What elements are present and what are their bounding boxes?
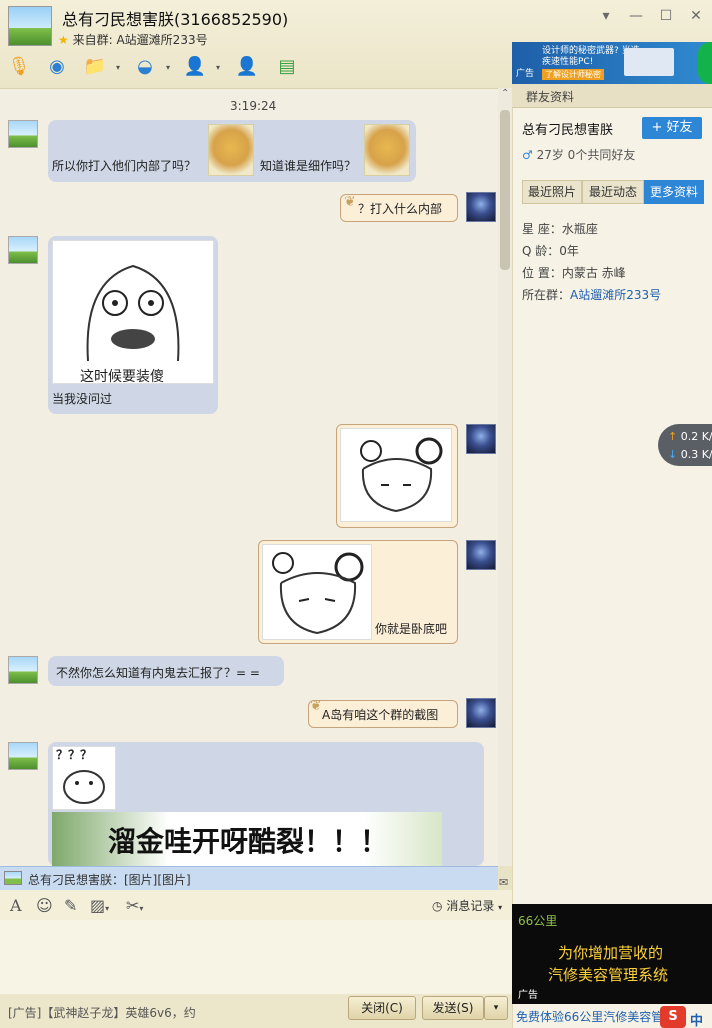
meme-image[interactable]: [262, 544, 372, 640]
message-text: ？打入什么内部: [358, 202, 443, 216]
clock-icon: ◷: [432, 899, 443, 913]
message-history-button[interactable]: ◷ 消息记录 ▾: [432, 897, 502, 914]
profile-name: 总有刁民想害朕: [522, 123, 614, 138]
star-icon: ★: [58, 33, 69, 47]
ad-side-tab[interactable]: [698, 42, 712, 84]
notice-text: 总有刁民想害朕：[图片][图片]: [28, 873, 191, 887]
message-text: 不然你怎么知道有内鬼去汇报了？= =: [56, 666, 260, 680]
image-icon[interactable]: ▨▾: [90, 896, 109, 915]
info-group: 所在群：A站遛滩所233号: [522, 288, 662, 302]
block-user-icon[interactable]: 👤 ▾: [180, 54, 220, 80]
contact-avatar[interactable]: [8, 6, 52, 46]
meme-banner-text: 溜金哇开呀酷裂！！！: [108, 825, 389, 858]
ime-icon[interactable]: S: [660, 1006, 686, 1028]
info-qage: Q 龄：0年: [522, 244, 579, 258]
screenshot-icon[interactable]: ✂▾: [126, 896, 143, 915]
doge-sticker[interactable]: [364, 124, 410, 176]
minimize-button[interactable]: —: [626, 6, 646, 26]
message-timestamp: 3:19:24: [230, 99, 277, 113]
gender-icon: ♂: [522, 148, 533, 162]
download-icon: ↓: [668, 448, 678, 461]
meme-image[interactable]: [340, 428, 452, 522]
window-title: 总有刁民想害朕(3166852590): [62, 10, 289, 29]
profile-mutual: ♂ 27岁 0个共同好友: [522, 148, 636, 162]
new-chat-icon[interactable]: ▤: [272, 54, 302, 80]
scroll-decor-icon: ❦: [344, 194, 356, 210]
new-message-notice[interactable]: 总有刁民想害朕：[图片][图片]: [0, 866, 498, 890]
message-text: 所以你打入他们内部了吗？: [52, 159, 197, 173]
sender-avatar[interactable]: [8, 236, 38, 264]
ad-label: 广告: [518, 990, 538, 1001]
chat-scroll-thumb[interactable]: [500, 110, 510, 270]
tab-more-info[interactable]: 更多资料: [644, 180, 704, 204]
ad-top-sub: 了解设计师秘密: [542, 69, 604, 80]
meme-caption: 这时候要装傻: [80, 369, 164, 385]
mail-icon[interactable]: ✉: [499, 876, 508, 889]
ad-line1: 为你增加营收的: [558, 944, 664, 962]
send-file-icon[interactable]: 📁 ▾: [80, 54, 120, 80]
notice-avatar: [4, 871, 22, 885]
self-avatar[interactable]: [466, 424, 496, 454]
info-location: 位 置：内蒙古 赤峰: [522, 266, 626, 280]
tab-recent-activity[interactable]: 最近动态: [582, 180, 644, 204]
tab-recent-photos[interactable]: 最近照片: [522, 180, 582, 204]
ad-line2: 汽修美容管理系统: [548, 966, 669, 984]
self-avatar[interactable]: [466, 540, 496, 570]
self-avatar[interactable]: [466, 698, 496, 728]
ad-text-link[interactable]: [广告]【武神赵子龙】英雄6v6，约: [8, 1004, 196, 1021]
ad-link[interactable]: 免费体验66公里汽修美容管: [516, 1008, 663, 1025]
edit-icon[interactable]: ✎: [64, 896, 77, 915]
font-icon[interactable]: A: [10, 896, 22, 915]
sender-avatar[interactable]: [8, 742, 38, 770]
origin-group-link[interactable]: A站遛滩所233号: [116, 33, 207, 47]
group-link[interactable]: A站遛滩所233号: [570, 288, 661, 302]
member-info-tab[interactable]: 群友资料: [512, 84, 712, 108]
origin-label: 来自群:: [72, 33, 113, 47]
self-avatar[interactable]: [466, 192, 496, 222]
network-speed-widget[interactable]: ↑ 0.2 K/s ↓ 0.3 K/s: [658, 424, 712, 466]
meme-caption: 你就是卧底吧: [375, 622, 448, 636]
maximize-button[interactable]: ☐: [656, 6, 676, 26]
ad-label: 广告: [516, 69, 535, 79]
meme-question: ？？？: [56, 748, 93, 762]
send-button[interactable]: 发送(S): [422, 996, 484, 1020]
emoji-icon[interactable]: ☺: [36, 896, 53, 915]
doge-sticker[interactable]: [208, 124, 254, 176]
voice-call-icon[interactable]: 🎙: [4, 54, 34, 80]
video-call-icon[interactable]: ◉: [42, 54, 72, 80]
ad-banner-bottom[interactable]: 66公里 为你增加营收的 汽修美容管理系统 广告: [512, 904, 712, 1004]
ad-logo: 66公里: [518, 914, 558, 928]
group-origin: ★ 来自群: A站遛滩所233号: [58, 31, 208, 48]
sender-avatar[interactable]: [8, 120, 38, 148]
message-text: A岛有咱这个群的截图: [322, 708, 439, 722]
menu-button[interactable]: ▾: [596, 6, 616, 26]
ime-language-toggle[interactable]: 中: [690, 1010, 703, 1028]
message-input[interactable]: [0, 920, 512, 994]
meme-image[interactable]: [52, 240, 214, 384]
message-text: 知道谁是细作吗？: [260, 159, 357, 173]
info-constellation: 星 座：水瓶座: [522, 222, 598, 236]
close-button[interactable]: 关闭(C): [348, 996, 416, 1020]
send-options-button[interactable]: ▾: [484, 996, 508, 1020]
scroll-decor-icon: ❦: [310, 698, 322, 714]
close-window-button[interactable]: ✕: [686, 6, 706, 26]
laptop-image: [624, 48, 674, 76]
add-friend-button[interactable]: + 好友: [642, 117, 702, 139]
sender-avatar[interactable]: [8, 656, 38, 684]
message-text: 当我没问过: [52, 392, 113, 406]
upload-icon: ↑: [668, 430, 678, 443]
add-member-icon[interactable]: 👤: [232, 54, 262, 80]
remote-assist-icon[interactable]: ◒ ▾: [130, 54, 170, 80]
scroll-up-icon[interactable]: ⌃: [501, 88, 509, 99]
ad-banner-top[interactable]: 设计师的秘密武器? 当选疾速性能PC! 广告 了解设计师秘密: [512, 42, 712, 84]
